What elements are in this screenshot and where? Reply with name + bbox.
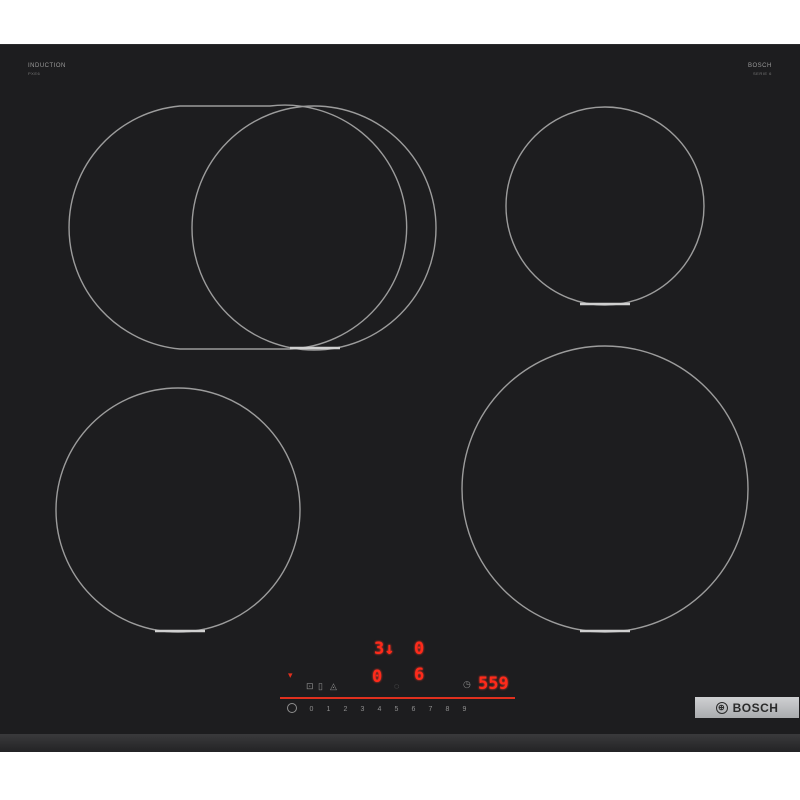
scale-tick-6[interactable]: 6 [405, 706, 422, 713]
scale-tick-7[interactable]: 7 [422, 706, 439, 713]
rear-right-zone [505, 106, 705, 306]
power-icon[interactable] [287, 703, 297, 713]
sound-icon[interactable]: ◬ [330, 681, 337, 691]
heat-indicator-icon: ▾ [288, 670, 293, 680]
scale-tick-0[interactable]: 0 [303, 706, 320, 713]
scale-tick-3[interactable]: 3 [354, 706, 371, 713]
brand-badge: ⊕ BOSCH [695, 697, 799, 718]
power-level-slider[interactable] [280, 697, 515, 699]
child-lock-icon[interactable]: ⊡ [306, 681, 314, 691]
flex-zone-outline [68, 104, 408, 350]
zone-a-suffix: ↓ [384, 639, 395, 659]
timer-display: 559 [478, 674, 509, 694]
cooking-zones [55, 104, 749, 633]
flex-zone-front-ring [191, 105, 437, 351]
scale-tick-1[interactable]: 1 [320, 706, 337, 713]
zone-a-level: 3 [374, 639, 385, 659]
power-level-scale[interactable]: 0123456789 [303, 703, 538, 715]
brand-name: BOSCH [732, 700, 779, 715]
scale-tick-8[interactable]: 8 [439, 706, 456, 713]
scale-tick-9[interactable]: 9 [456, 706, 473, 713]
scale-tick-2[interactable]: 2 [337, 706, 354, 713]
bosch-logo-icon: ⊕ [715, 701, 728, 714]
scale-tick-5[interactable]: 5 [388, 706, 405, 713]
scale-tick-4[interactable]: 4 [371, 706, 388, 713]
zone-b-level-display: 0 [414, 639, 425, 659]
timer-icon[interactable]: ◷ [463, 679, 471, 689]
wipe-protect-icon[interactable]: ▯ [318, 681, 323, 691]
zone-a-level-display: 3↓ [374, 640, 395, 658]
zone-select-icon[interactable]: ◌ [394, 681, 399, 691]
zone-d-level-display: 6 [414, 665, 425, 685]
front-left-zone [55, 387, 301, 633]
front-right-zone [461, 345, 749, 633]
zone-c-level-display: 0 [372, 667, 383, 687]
